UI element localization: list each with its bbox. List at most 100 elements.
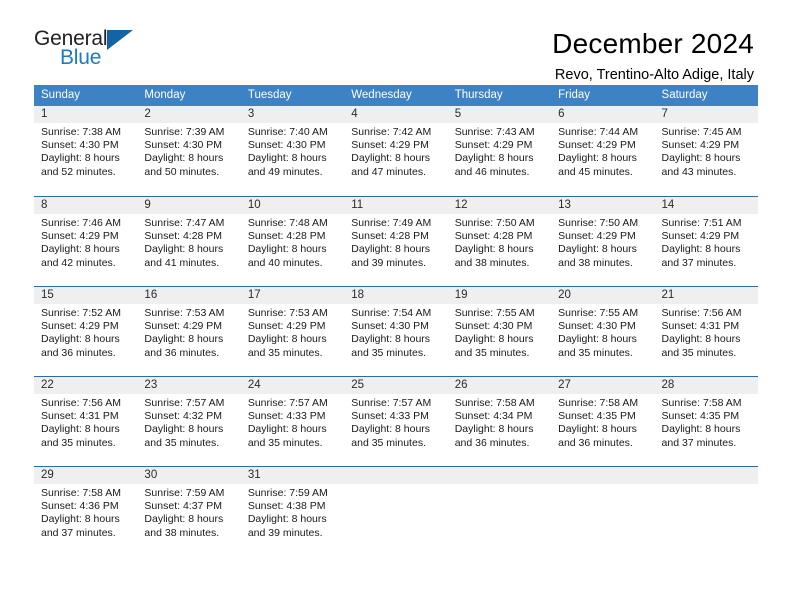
day-cell-1[interactable]: 1 Sunrise: 7:38 AM Sunset: 4:30 PM Daylig…	[34, 106, 137, 196]
day-cell-28[interactable]: 28 Sunrise: 7:58 AM Sunset: 4:35 PM Dayli…	[655, 377, 758, 466]
day-number: 10	[247, 199, 261, 211]
day-number: 6	[558, 108, 565, 120]
day-sun-info: Sunrise: 7:58 AM Sunset: 4:35 PM Dayligh…	[558, 397, 639, 449]
calendar-page: General Blue December 2024 Revo, Trentin…	[0, 0, 792, 612]
day-number: 3	[247, 108, 255, 120]
day-cell-27[interactable]: 27 Sunrise: 7:58 AM Sunset: 4:35 PM Dayli…	[551, 377, 654, 466]
day-number: 25	[351, 379, 365, 391]
title-block: December 2024 Revo, Trentino-Alto Adige,…	[552, 28, 758, 85]
day-number: 11	[351, 199, 364, 211]
day-cell-11[interactable]: 11 Sunrise: 7:49 AM Sunset: 4:28 PM Dayli…	[344, 197, 447, 286]
day-cell-25[interactable]: 25 Sunrise: 7:57 AM Sunset: 4:33 PM Dayli…	[344, 377, 447, 466]
day-cell-9[interactable]: 9 Sunrise: 7:47 AM Sunset: 4:28 PM Daylig…	[137, 197, 240, 286]
weekday-header-tuesday: Tuesday	[247, 89, 292, 101]
day-sun-info: Sunrise: 7:55 AM Sunset: 4:30 PM Dayligh…	[558, 307, 639, 359]
day-cell-23[interactable]: 23 Sunrise: 7:57 AM Sunset: 4:32 PM Dayli…	[137, 377, 240, 466]
day-number: 2	[144, 108, 151, 120]
weekday-header-thursday: Thursday	[454, 89, 503, 101]
day-cell-empty	[551, 467, 654, 556]
day-number: 23	[144, 379, 158, 391]
day-cell-26[interactable]: 26 Sunrise: 7:58 AM Sunset: 4:34 PM Dayli…	[448, 377, 551, 466]
day-cell-18[interactable]: 18 Sunrise: 7:54 AM Sunset: 4:30 PM Dayli…	[344, 287, 447, 376]
day-sun-info: Sunrise: 7:54 AM Sunset: 4:30 PM Dayligh…	[351, 307, 432, 359]
day-cell-16[interactable]: 16 Sunrise: 7:53 AM Sunset: 4:29 PM Dayli…	[137, 287, 240, 376]
day-number: 9	[144, 199, 151, 211]
day-cell-2[interactable]: 2 Sunrise: 7:39 AM Sunset: 4:30 PM Daylig…	[137, 106, 240, 196]
day-number: 13	[558, 199, 571, 211]
day-number: 19	[454, 289, 468, 301]
day-number: 15	[41, 289, 54, 301]
day-number: 20	[558, 289, 571, 301]
day-cell-3[interactable]: 3 Sunrise: 7:40 AM Sunset: 4:30 PM Daylig…	[241, 106, 344, 196]
day-number: 8	[41, 199, 48, 211]
day-cell-empty	[448, 467, 551, 556]
day-sun-info: Sunrise: 7:50 AM Sunset: 4:28 PM Dayligh…	[454, 217, 535, 269]
day-sun-info: Sunrise: 7:57 AM Sunset: 4:32 PM Dayligh…	[144, 397, 225, 449]
day-number: 4	[351, 108, 358, 120]
weekday-header-wednesday: Wednesday	[351, 89, 412, 101]
day-sun-info: Sunrise: 7:57 AM Sunset: 4:33 PM Dayligh…	[247, 397, 328, 449]
day-number: 24	[247, 379, 261, 391]
day-cell-6[interactable]: 6 Sunrise: 7:44 AM Sunset: 4:29 PM Daylig…	[551, 106, 654, 196]
generalblue-logo[interactable]: General Blue	[34, 28, 154, 74]
day-sun-info: Sunrise: 7:58 AM Sunset: 4:34 PM Dayligh…	[454, 397, 535, 449]
day-number: 30	[144, 469, 158, 481]
day-sun-info: Sunrise: 7:56 AM Sunset: 4:31 PM Dayligh…	[661, 307, 742, 359]
day-cell-7[interactable]: 7 Sunrise: 7:45 AM Sunset: 4:29 PM Daylig…	[655, 106, 758, 196]
day-number	[662, 467, 752, 484]
day-cell-8[interactable]: 8 Sunrise: 7:46 AM Sunset: 4:29 PM Daylig…	[34, 197, 137, 286]
day-sun-info: Sunrise: 7:45 AM Sunset: 4:29 PM Dayligh…	[661, 126, 742, 178]
day-cell-29[interactable]: 29 Sunrise: 7:58 AM Sunset: 4:36 PM Dayli…	[34, 467, 137, 556]
day-sun-info: Sunrise: 7:40 AM Sunset: 4:30 PM Dayligh…	[247, 126, 328, 178]
day-number: 1	[41, 108, 48, 120]
day-sun-info: Sunrise: 7:58 AM Sunset: 4:36 PM Dayligh…	[41, 487, 121, 539]
calendar-grid: Sunday Monday Tuesday Wednesday Thursday Frid…	[34, 85, 758, 556]
page-title: December 2024	[552, 28, 754, 59]
day-number: 26	[454, 379, 468, 391]
day-sun-info: Sunrise: 7:46 AM Sunset: 4:29 PM Dayligh…	[41, 217, 121, 269]
day-cell-14[interactable]: 14 Sunrise: 7:51 AM Sunset: 4:29 PM Dayli…	[655, 197, 758, 286]
day-number: 12	[454, 199, 468, 211]
day-cell-13[interactable]: 13 Sunrise: 7:50 AM Sunset: 4:29 PM Dayli…	[551, 197, 654, 286]
day-cell-21[interactable]: 21 Sunrise: 7:56 AM Sunset: 4:31 PM Dayli…	[655, 287, 758, 376]
day-number: 31	[247, 469, 261, 481]
day-cell-22[interactable]: 22 Sunrise: 7:56 AM Sunset: 4:31 PM Dayli…	[34, 377, 137, 466]
page-subtitle: Revo, Trentino-Alto Adige, Italy	[554, 67, 754, 84]
day-cell-24[interactable]: 24 Sunrise: 7:57 AM Sunset: 4:33 PM Dayli…	[241, 377, 344, 466]
day-sun-info: Sunrise: 7:48 AM Sunset: 4:28 PM Dayligh…	[247, 217, 328, 269]
day-number: 29	[41, 469, 54, 481]
logo-text-blue: Blue	[60, 46, 102, 69]
day-sun-info: Sunrise: 7:47 AM Sunset: 4:28 PM Dayligh…	[144, 217, 225, 269]
day-number: 22	[41, 379, 54, 391]
day-number: 5	[454, 108, 462, 120]
calendar-week-row: 8 Sunrise: 7:46 AM Sunset: 4:29 PM Daylig…	[34, 196, 758, 286]
day-number: 16	[144, 289, 158, 301]
day-sun-info: Sunrise: 7:52 AM Sunset: 4:29 PM Dayligh…	[41, 307, 121, 359]
day-sun-info: Sunrise: 7:51 AM Sunset: 4:29 PM Dayligh…	[661, 217, 742, 269]
day-number: 21	[661, 289, 675, 301]
day-cell-17[interactable]: 17 Sunrise: 7:53 AM Sunset: 4:29 PM Dayli…	[241, 287, 344, 376]
day-cell-12[interactable]: 12 Sunrise: 7:50 AM Sunset: 4:28 PM Dayli…	[448, 197, 551, 286]
day-cell-31[interactable]: 31 Sunrise: 7:59 AM Sunset: 4:38 PM Dayli…	[241, 467, 344, 556]
day-sun-info: Sunrise: 7:56 AM Sunset: 4:31 PM Dayligh…	[41, 397, 121, 449]
day-cell-20[interactable]: 20 Sunrise: 7:55 AM Sunset: 4:30 PM Dayli…	[551, 287, 654, 376]
day-sun-info: Sunrise: 7:42 AM Sunset: 4:29 PM Dayligh…	[351, 126, 432, 178]
day-cell-15[interactable]: 15 Sunrise: 7:52 AM Sunset: 4:29 PM Dayli…	[34, 287, 137, 376]
day-cell-empty	[655, 467, 758, 556]
day-number: 28	[661, 379, 675, 391]
day-sun-info: Sunrise: 7:55 AM Sunset: 4:30 PM Dayligh…	[454, 307, 535, 359]
day-sun-info: Sunrise: 7:57 AM Sunset: 4:33 PM Dayligh…	[351, 397, 432, 449]
day-cell-10[interactable]: 10 Sunrise: 7:48 AM Sunset: 4:28 PM Dayli…	[241, 197, 344, 286]
calendar-week-row: 29 Sunrise: 7:58 AM Sunset: 4:36 PM Dayli…	[34, 466, 758, 556]
day-cell-4[interactable]: 4 Sunrise: 7:42 AM Sunset: 4:29 PM Daylig…	[344, 106, 447, 196]
weekday-header-monday: Monday	[144, 89, 186, 101]
day-number: 18	[351, 289, 365, 301]
day-cell-30[interactable]: 30 Sunrise: 7:59 AM Sunset: 4:37 PM Dayli…	[137, 467, 240, 556]
day-sun-info: Sunrise: 7:49 AM Sunset: 4:28 PM Dayligh…	[351, 217, 432, 269]
day-cell-5[interactable]: 5 Sunrise: 7:43 AM Sunset: 4:29 PM Daylig…	[448, 106, 551, 196]
day-cell-19[interactable]: 19 Sunrise: 7:55 AM Sunset: 4:30 PM Dayli…	[448, 287, 551, 376]
day-sun-info: Sunrise: 7:53 AM Sunset: 4:29 PM Dayligh…	[247, 307, 328, 359]
logo-triangle-icon	[107, 30, 133, 50]
day-number: 7	[661, 108, 668, 120]
calendar-week-row: 1 Sunrise: 7:38 AM Sunset: 4:30 PM Daylig…	[34, 106, 758, 196]
